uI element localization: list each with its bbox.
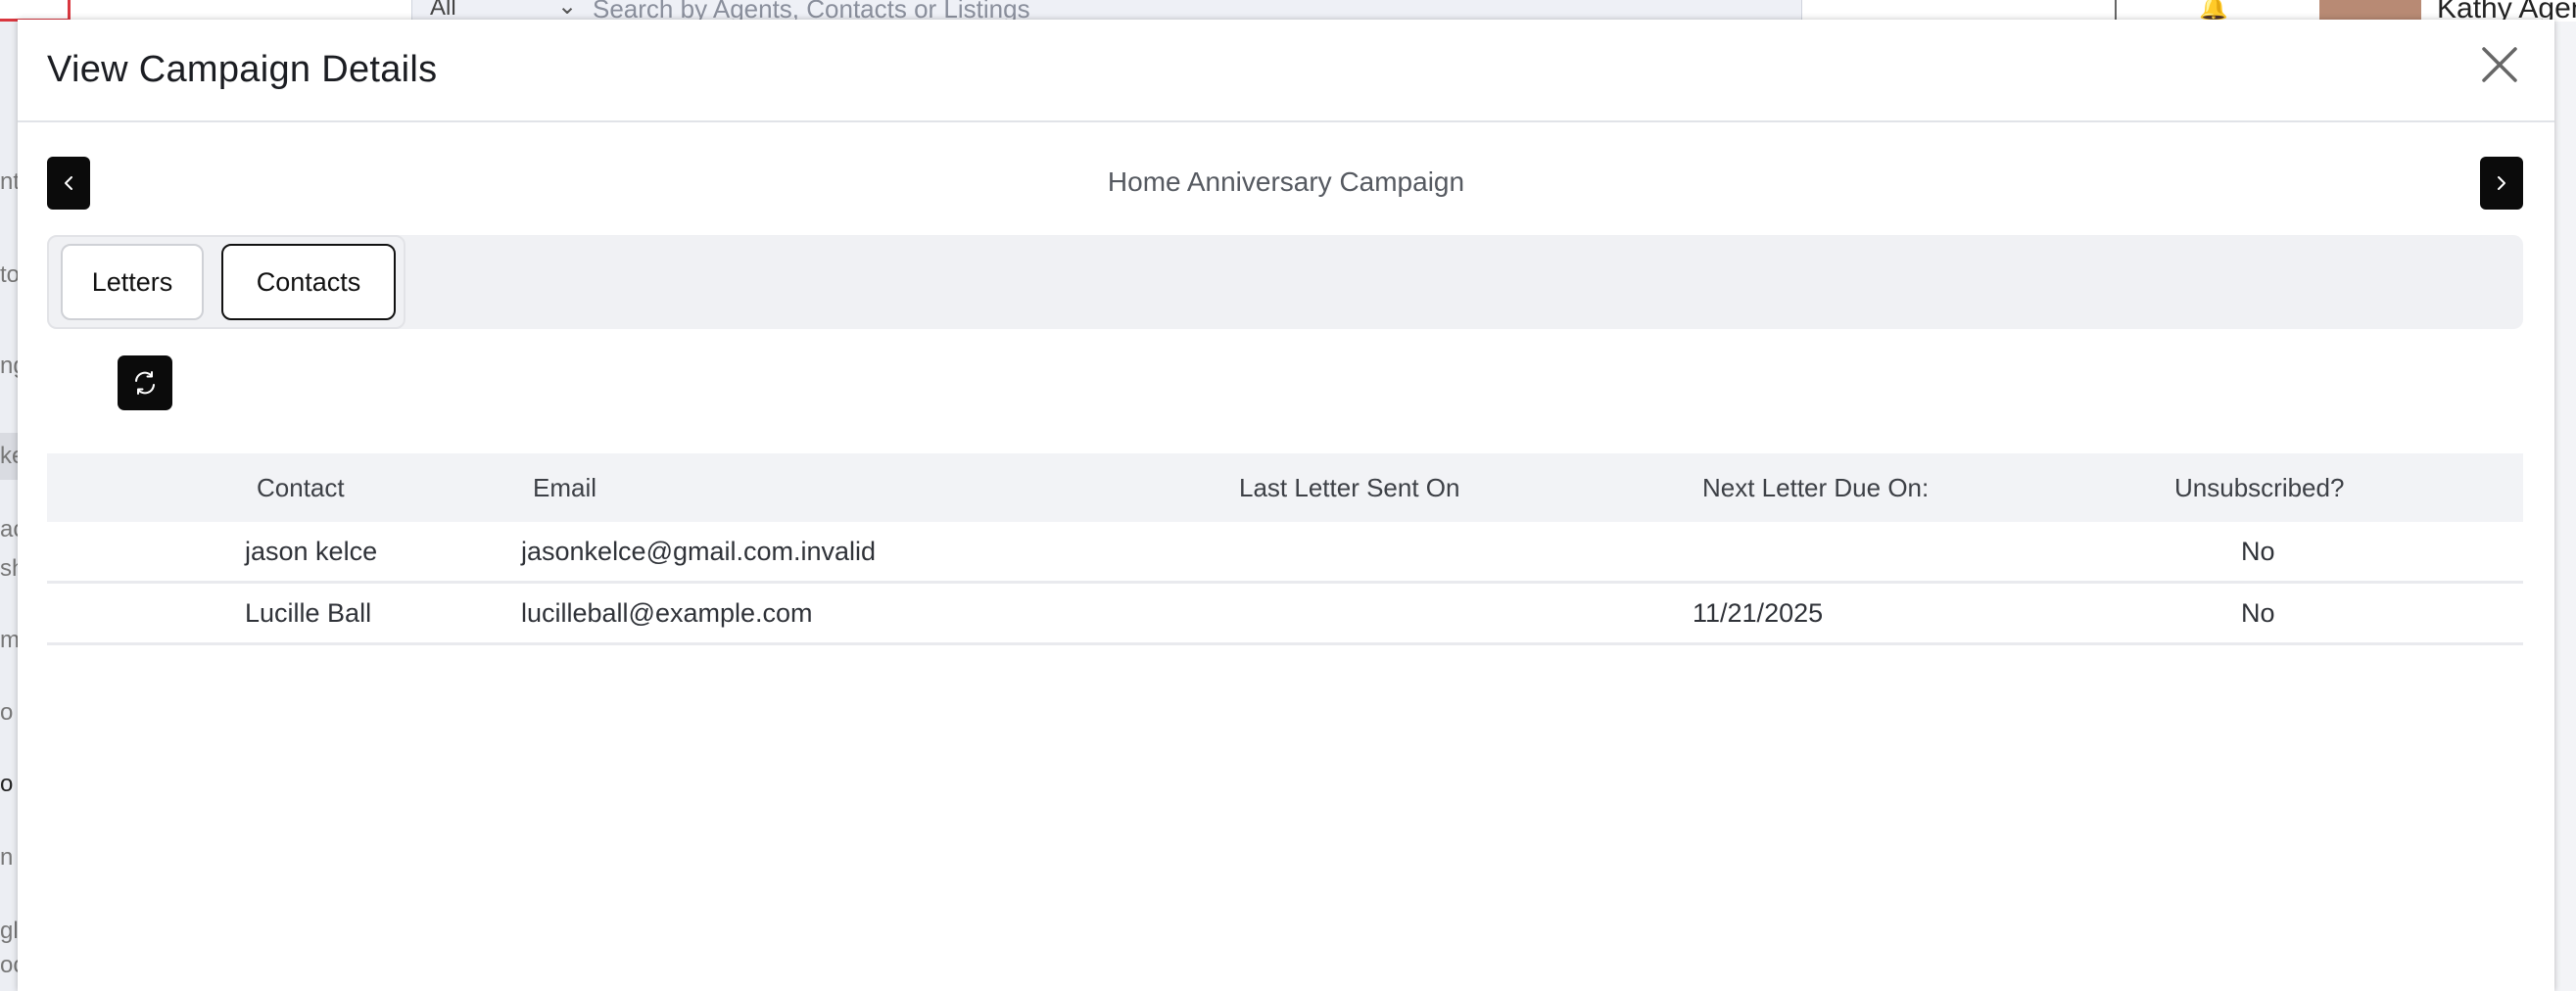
table-header: Contact Email Last Letter Sent On Next L…	[47, 453, 2523, 522]
sidebar-item[interactable]: sh	[0, 555, 18, 583]
sidebar-item[interactable]: m	[0, 627, 18, 654]
cell-email: jasonkelce@gmail.com.invalid	[521, 537, 877, 566]
close-button[interactable]	[2474, 39, 2525, 90]
sidebar-item[interactable]: oc	[0, 952, 18, 979]
sidebar-item[interactable]: o	[0, 771, 18, 798]
next-campaign-button[interactable]	[2480, 157, 2523, 210]
close-icon	[2482, 47, 2517, 82]
table-row[interactable]: Lucille Ball lucilleball@example.com 11/…	[47, 584, 2523, 645]
column-header-unsubscribed[interactable]: Unsubscribed?	[2174, 453, 2344, 522]
cell-contact: jason kelce	[245, 537, 378, 566]
sidebar-item[interactable]: to	[0, 261, 18, 289]
cell-unsubscribed: No	[2241, 598, 2275, 628]
sidebar-item[interactable]: gl	[0, 918, 18, 945]
cell-contact: Lucille Ball	[245, 598, 372, 628]
sidebar-item[interactable]: ac	[0, 516, 18, 543]
global-search[interactable]: All ⌄ Search by Agents, Contacts or List…	[411, 0, 2213, 24]
search-filter-select[interactable]: All	[430, 0, 456, 22]
campaign-details-modal: View Campaign Details Home Anniversary C…	[18, 20, 2554, 991]
contacts-table: Contact Email Last Letter Sent On Next L…	[47, 453, 2523, 645]
search-button[interactable]	[2115, 0, 2213, 22]
refresh-button[interactable]	[118, 355, 172, 410]
column-header-email[interactable]: Email	[533, 453, 596, 522]
sidebar-item[interactable]: nt	[0, 168, 18, 196]
refresh-icon	[135, 371, 155, 395]
cell-next-letter-due: 11/21/2025	[1693, 598, 1824, 628]
column-header-last-letter-sent[interactable]: Last Letter Sent On	[1239, 453, 1459, 522]
modal-header: View Campaign Details	[18, 20, 2554, 122]
tab-letters[interactable]: Letters	[61, 244, 204, 320]
top-bar: All ⌄ Search by Agents, Contacts or List…	[0, 0, 2576, 24]
column-header-next-letter-due[interactable]: Next Letter Due On:	[1702, 453, 1929, 522]
tab-bar: Letters Contacts	[47, 235, 2523, 329]
tab-group: Letters Contacts	[47, 235, 405, 329]
sidebar-item[interactable]: n	[0, 844, 18, 872]
avatar[interactable]	[2319, 0, 2421, 22]
column-header-contact[interactable]: Contact	[257, 453, 345, 522]
sidebar-item[interactable]: o	[0, 699, 18, 727]
tab-contacts[interactable]: Contacts	[221, 244, 396, 320]
app-logo	[0, 0, 71, 22]
sidebar: nt to ng ke ac sh m o o n gl oc	[0, 22, 18, 991]
table-row[interactable]: jason kelce jasonkelce@gmail.com.invalid…	[47, 522, 2523, 584]
cell-email: lucilleball@example.com	[521, 598, 813, 628]
sidebar-item[interactable]: ke	[0, 433, 18, 480]
chevron-right-icon	[2498, 176, 2505, 190]
sidebar-item[interactable]: ng	[0, 353, 18, 380]
chevron-down-icon: ⌄	[557, 0, 578, 20]
campaign-name: Home Anniversary Campaign	[1107, 166, 1465, 197]
cell-unsubscribed: No	[2241, 537, 2275, 566]
modal-title: View Campaign Details	[47, 49, 438, 90]
